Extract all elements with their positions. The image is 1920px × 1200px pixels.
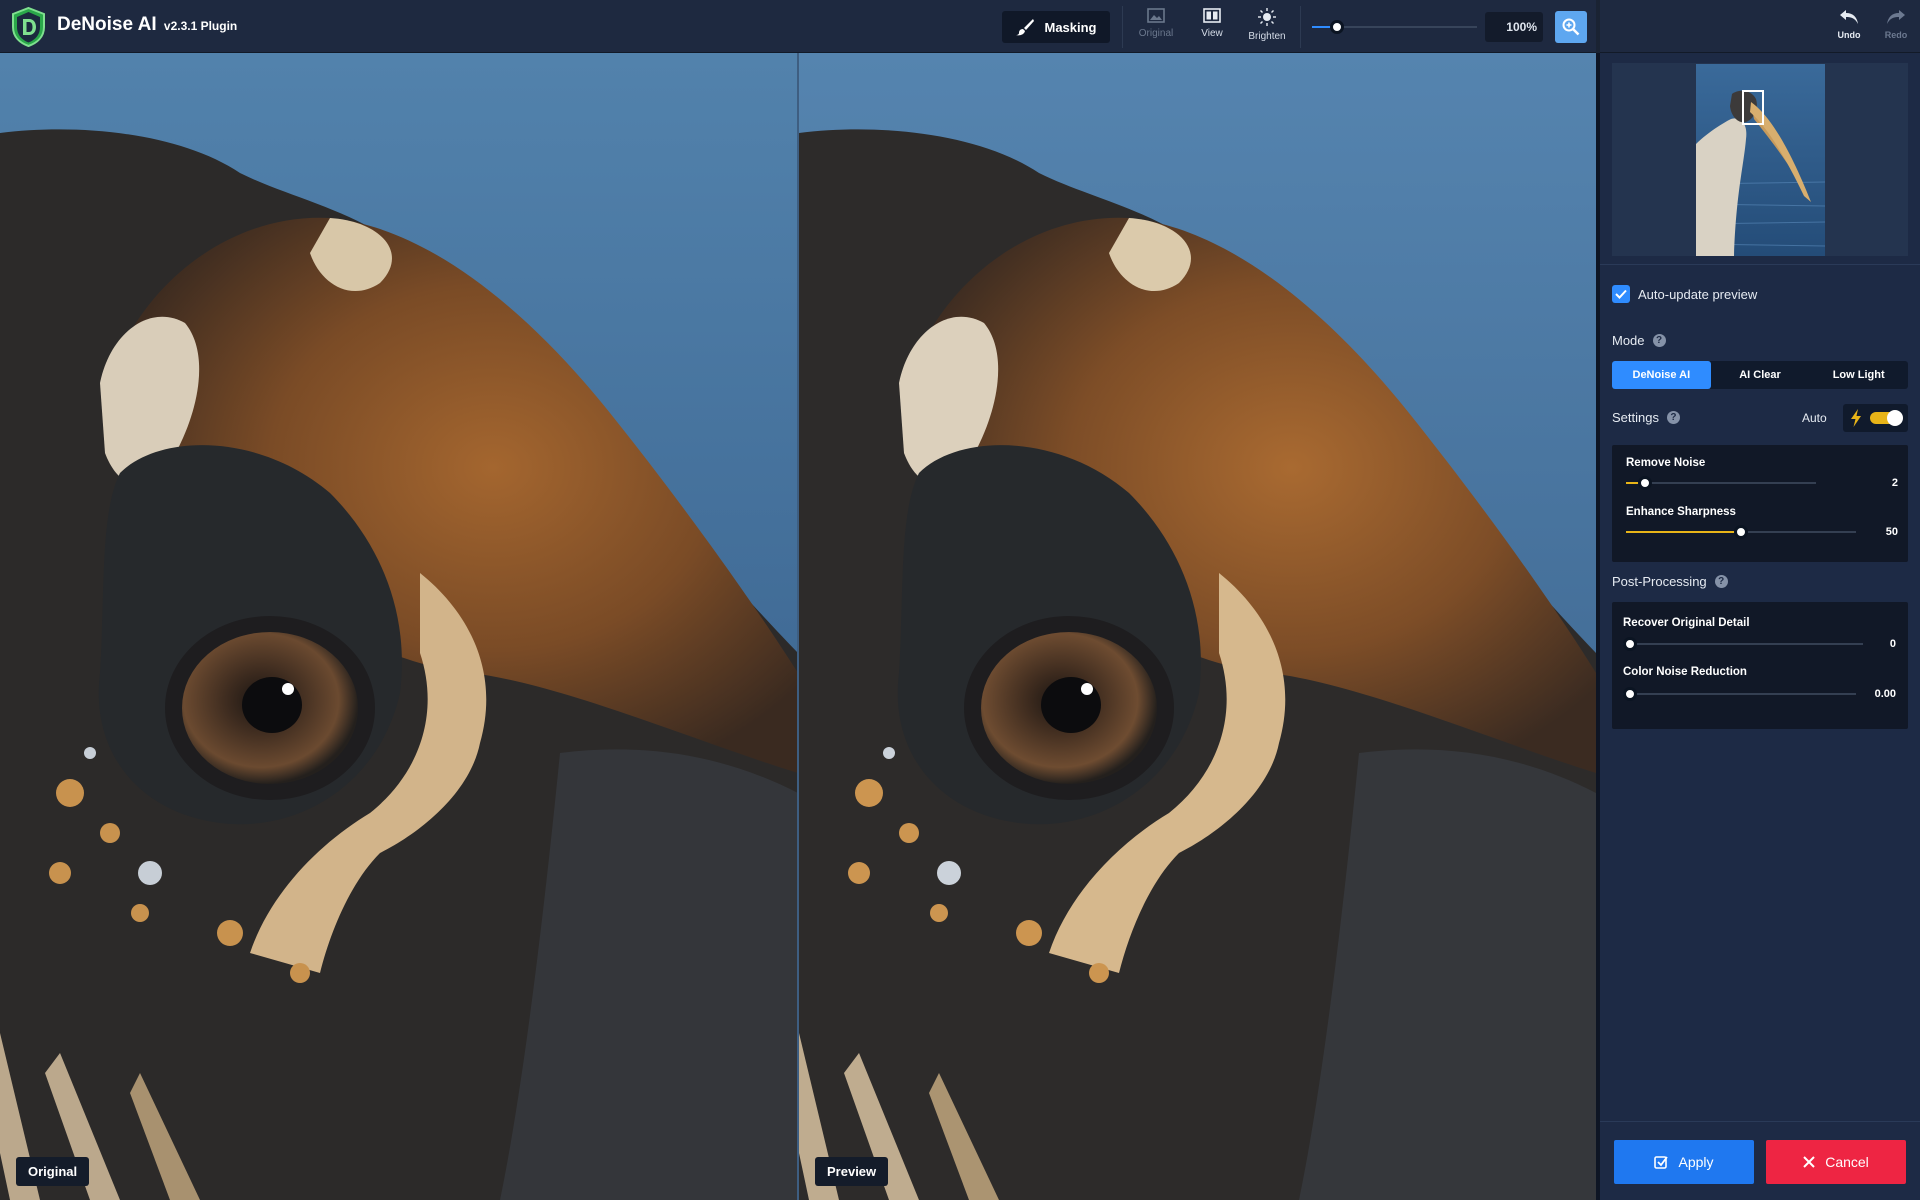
brush-icon [1016, 19, 1035, 36]
app-name: DeNoise AI [57, 14, 157, 35]
undo-button[interactable]: Undo [1829, 9, 1869, 40]
compare-view-icon [1203, 8, 1221, 23]
help-icon[interactable]: ? [1666, 411, 1680, 424]
recover-detail-label: Recover Original Detail [1623, 617, 1750, 629]
slider-fill [1626, 531, 1741, 533]
masking-label: Masking [1044, 19, 1097, 35]
toolbar-separator [1300, 6, 1301, 48]
app-title: DeNoise AI v2.3.1 Plugin [57, 14, 237, 36]
post-processing-heading: Post-Processing ? [1612, 574, 1728, 589]
close-icon [1803, 1156, 1815, 1168]
preview-photo [799, 53, 1596, 1200]
apply-icon [1654, 1156, 1669, 1169]
settings-panel: Undo Redo Auto-update preview Mode ? DeN… [1600, 0, 1920, 1200]
checkmark-icon [1615, 289, 1627, 299]
navigator-preview[interactable] [1612, 63, 1908, 256]
undo-label: Undo [1837, 30, 1861, 40]
auto-toggle-knob [1887, 410, 1903, 426]
redo-label: Redo [1884, 30, 1908, 40]
lightning-icon [1851, 409, 1861, 427]
slider-track [1626, 482, 1816, 484]
remove-noise-slider[interactable] [1626, 475, 1816, 491]
brighten-label: Brighten [1248, 31, 1286, 42]
image-icon [1147, 8, 1165, 23]
help-icon[interactable]: ? [1652, 334, 1666, 347]
zoom-icon [1562, 18, 1580, 36]
auto-settings-toggle[interactable] [1843, 404, 1908, 432]
slider-handle[interactable] [1638, 476, 1652, 490]
view-mode-button[interactable]: View [1186, 8, 1238, 48]
navigator-viewport-rect[interactable] [1742, 90, 1764, 125]
help-icon[interactable]: ? [1714, 575, 1728, 588]
original-label: Original [1138, 28, 1174, 39]
toolbar-separator [1122, 6, 1123, 48]
original-view-label: Original [16, 1157, 90, 1186]
mode-heading: Mode ? [1612, 333, 1666, 348]
slider-handle[interactable] [1734, 525, 1748, 539]
slider-track [1623, 643, 1863, 645]
cancel-label: Cancel [1825, 1154, 1869, 1170]
remove-noise-label: Remove Noise [1626, 457, 1706, 469]
apply-button[interactable]: Apply [1614, 1140, 1754, 1184]
settings-label: Settings [1612, 410, 1659, 425]
slider-handle[interactable] [1623, 637, 1637, 651]
slider-handle[interactable] [1623, 687, 1637, 701]
panel-separator [1600, 264, 1920, 265]
redo-button[interactable]: Redo [1876, 9, 1916, 40]
zoom-level-field[interactable]: 100% [1485, 12, 1543, 42]
original-image-view[interactable]: Original [0, 53, 798, 1200]
panel-separator [1600, 1121, 1920, 1122]
auto-update-checkbox[interactable] [1612, 285, 1630, 303]
recover-detail-value[interactable]: 0 [1856, 638, 1896, 650]
remove-noise-value[interactable]: 2 [1858, 477, 1898, 489]
redo-icon [1887, 10, 1905, 24]
settings-heading: Settings ? [1612, 410, 1680, 425]
preview-view-label: Preview [815, 1157, 889, 1186]
enhance-sharpness-value[interactable]: 50 [1858, 526, 1898, 538]
slider-track [1623, 693, 1856, 695]
enhance-sharpness-label: Enhance Sharpness [1626, 506, 1736, 518]
app-version: v2.3.1 Plugin [163, 19, 238, 33]
mode-low-light[interactable]: Low Light [1809, 361, 1908, 389]
auto-update-label: Auto-update preview [1638, 286, 1758, 302]
brighten-button[interactable]: Brighten [1241, 8, 1293, 48]
original-toggle-button[interactable]: Original [1130, 8, 1182, 48]
undo-icon [1840, 10, 1858, 24]
history-bar: Undo Redo [1600, 0, 1920, 53]
recover-detail-slider[interactable] [1623, 636, 1863, 652]
apply-label: Apply [1678, 1154, 1714, 1170]
zoom-tool-button[interactable] [1555, 11, 1587, 43]
sun-icon [1258, 8, 1276, 26]
cancel-button[interactable]: Cancel [1766, 1140, 1906, 1184]
mode-label: Mode [1612, 333, 1645, 348]
mode-denoise-ai[interactable]: DeNoise AI [1612, 361, 1711, 389]
masking-button[interactable]: Masking [1002, 11, 1110, 43]
zoom-slider-handle[interactable] [1330, 20, 1344, 34]
top-toolbar: DeNoise AI v2.3.1 Plugin Masking Origina… [0, 0, 1596, 53]
original-photo [0, 53, 798, 1200]
auto-label: Auto [1802, 411, 1827, 425]
color-noise-value[interactable]: 0.00 [1856, 688, 1896, 700]
post-processing-box: Recover Original Detail 0 Color Noise Re… [1612, 602, 1908, 729]
preview-image-view[interactable]: Preview [799, 53, 1596, 1200]
logo-icon [12, 7, 45, 47]
settings-sliders-box: Remove Noise 2 Enhance Sharpness 50 [1612, 445, 1908, 562]
zoom-slider[interactable] [1312, 19, 1477, 35]
mode-selector: DeNoise AI AI Clear Low Light [1612, 361, 1908, 389]
color-noise-label: Color Noise Reduction [1623, 666, 1747, 678]
auto-update-preview-option[interactable]: Auto-update preview [1612, 285, 1757, 303]
post-processing-label: Post-Processing [1612, 574, 1707, 589]
mode-ai-clear[interactable]: AI Clear [1711, 361, 1810, 389]
color-noise-slider[interactable] [1623, 686, 1856, 702]
enhance-sharpness-slider[interactable] [1626, 524, 1856, 540]
view-label: View [1201, 28, 1223, 39]
